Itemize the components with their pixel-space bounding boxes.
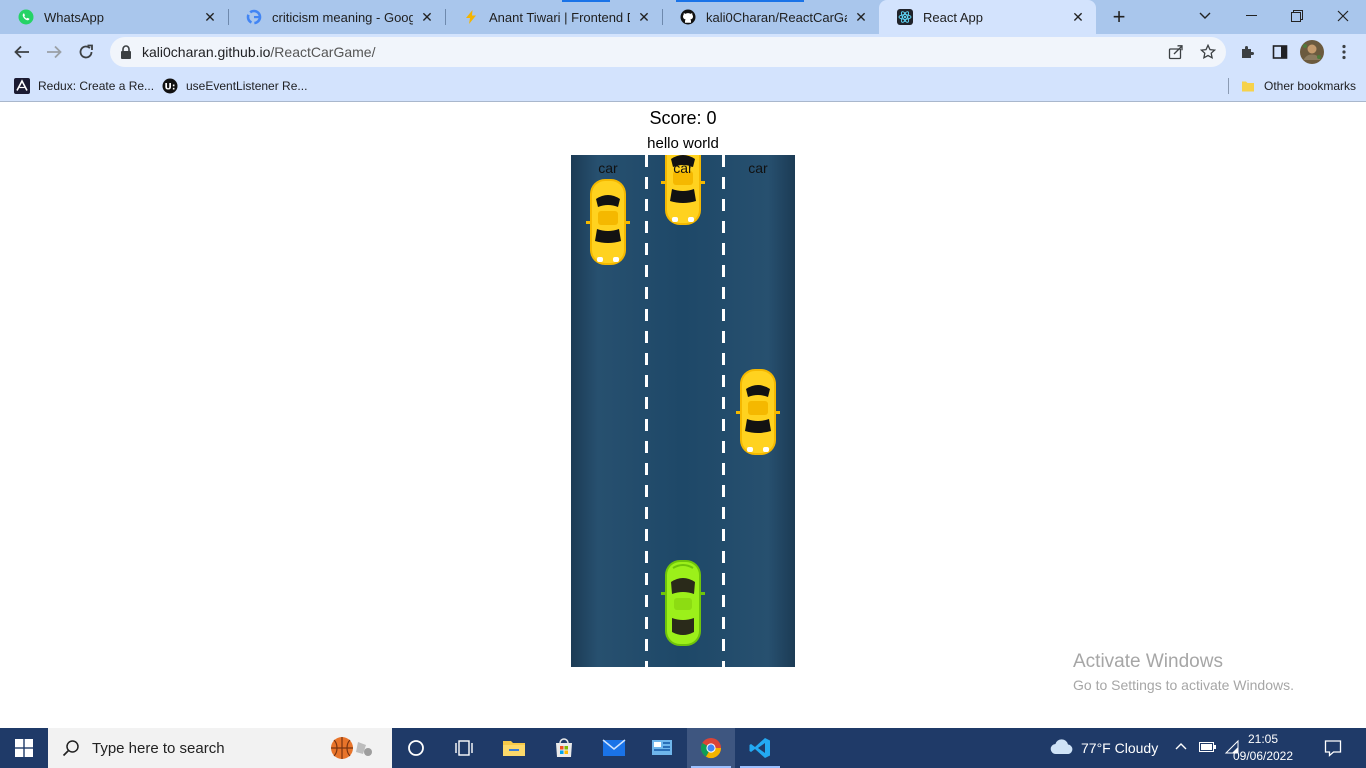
- search-icon: [62, 739, 80, 757]
- tab-title: kali0Charan/ReactCarGame:: [706, 9, 847, 25]
- tab-portfolio[interactable]: Anant Tiwari | Frontend Deve ✕: [445, 0, 662, 34]
- tab-strip: WhatsApp ✕ criticism meaning - Google S …: [0, 0, 1366, 34]
- clock-date: 09/06/2022: [1232, 749, 1294, 763]
- close-tab-icon[interactable]: ✕: [202, 9, 218, 25]
- whatsapp-icon: [18, 9, 34, 25]
- cloud-weather-icon[interactable]: [1050, 739, 1074, 755]
- enemy-car-label: car: [598, 160, 618, 176]
- other-bookmarks-label: Other bookmarks: [1264, 79, 1357, 93]
- folder-icon: [1240, 78, 1256, 94]
- close-tab-icon[interactable]: ✕: [853, 9, 869, 25]
- address-bar[interactable]: kali0charan.github.io/ReactCarGame/: [110, 37, 1226, 67]
- bookmark-label: useEventListener Re...: [186, 79, 308, 93]
- freecodecamp-icon: [14, 78, 30, 94]
- search-placeholder: Type here to search: [92, 739, 225, 757]
- chrome-icon[interactable]: [687, 728, 735, 768]
- restore-button[interactable]: [1274, 0, 1320, 32]
- windows-taskbar: Type here to search 77°F Cloudy 21:05 09…: [0, 728, 1366, 768]
- cortana-icon[interactable]: [392, 728, 440, 768]
- other-bookmarks-folder[interactable]: Other bookmarks: [1240, 76, 1356, 96]
- score-text: Score: 0: [649, 108, 717, 128]
- lane-divider: [645, 155, 648, 667]
- minimize-button[interactable]: [1228, 0, 1274, 32]
- system-clock[interactable]: 21:05 09/06/2022: [1232, 731, 1294, 765]
- bookmark-use-event-listener[interactable]: U: useEventListener Re...: [162, 76, 307, 96]
- lane-divider: [722, 155, 725, 667]
- microsoft-store-icon[interactable]: [540, 728, 588, 768]
- share-icon[interactable]: [1167, 43, 1185, 61]
- clock-time: 21:05: [1247, 732, 1279, 746]
- bookmarks-separator: [1228, 78, 1229, 94]
- task-view-icon[interactable]: [440, 728, 488, 768]
- windows-start-icon[interactable]: [0, 728, 48, 768]
- control-panel-icon[interactable]: [638, 728, 686, 768]
- tab-title: React App: [923, 9, 983, 25]
- tab-search-chevron-down-icon[interactable]: [1182, 0, 1228, 32]
- vscode-icon[interactable]: [736, 728, 784, 768]
- usehooks-icon: U:: [162, 78, 178, 94]
- bookmarks-bar: Redux: Create a Re... U: useEventListene…: [0, 70, 1366, 102]
- tab-react-app[interactable]: React App ✕: [879, 0, 1096, 34]
- tab-whatsapp[interactable]: WhatsApp ✕: [0, 0, 228, 34]
- weather-text[interactable]: 77°F Cloudy: [1081, 740, 1158, 756]
- url-text: kali0charan.github.io/ReactCarGame/: [142, 44, 375, 60]
- close-tab-icon[interactable]: ✕: [636, 9, 652, 25]
- notification-icon[interactable]: [1324, 739, 1342, 757]
- activate-windows-watermark: Activate Windows Go to Settings to activ…: [1073, 651, 1294, 693]
- bookmark-redux[interactable]: Redux: Create a Re...: [14, 76, 154, 96]
- new-tab-button[interactable]: +: [1105, 3, 1133, 31]
- browser-toolbar: kali0charan.github.io/ReactCarGame/: [0, 34, 1366, 70]
- tab-google-search[interactable]: criticism meaning - Google S ✕: [228, 0, 445, 34]
- extensions-puzzle-icon[interactable]: [1234, 38, 1262, 66]
- tab-title: Anant Tiwari | Frontend Deve: [489, 9, 630, 25]
- battery-icon[interactable]: [1199, 741, 1217, 753]
- enemy-car: [586, 179, 630, 265]
- react-icon: [897, 9, 913, 25]
- close-window-button[interactable]: [1320, 0, 1366, 32]
- mail-icon[interactable]: [590, 728, 638, 768]
- github-icon: [680, 9, 696, 25]
- tab-github[interactable]: kali0Charan/ReactCarGame: ✕: [662, 0, 879, 34]
- kebab-menu-icon[interactable]: [1330, 38, 1358, 66]
- tab-title: criticism meaning - Google S: [272, 9, 413, 25]
- side-panel-icon[interactable]: [1266, 38, 1294, 66]
- tab-title: WhatsApp: [44, 9, 104, 25]
- page-content: Score: 0 hello world car car car Activat…: [0, 103, 1366, 728]
- enemy-car-label: car: [673, 160, 693, 176]
- bookmark-label: Redux: Create a Re...: [38, 79, 155, 93]
- enemy-car: [736, 369, 780, 455]
- lock-icon[interactable]: [120, 45, 132, 64]
- close-tab-icon[interactable]: ✕: [419, 9, 435, 25]
- taskbar-search-box[interactable]: Type here to search: [48, 728, 392, 768]
- profile-avatar[interactable]: [1298, 38, 1326, 66]
- enemy-car-label: car: [748, 160, 768, 176]
- watermark-title: Activate Windows: [1073, 651, 1223, 672]
- player-car[interactable]: [661, 558, 705, 648]
- back-arrow-icon[interactable]: [8, 38, 36, 66]
- search-highlight-basketball-icon[interactable]: [328, 734, 376, 762]
- hello-message: hello world: [647, 135, 719, 152]
- url-path: /ReactCarGame/: [270, 44, 376, 60]
- chevron-up-icon[interactable]: [1175, 742, 1187, 750]
- url-host: kali0charan.github.io: [142, 44, 271, 60]
- watermark-subtitle: Go to Settings to activate Windows.: [1073, 677, 1294, 693]
- bolt-icon: [463, 9, 479, 25]
- file-explorer-icon[interactable]: [490, 728, 538, 768]
- game-road[interactable]: car car car: [571, 155, 795, 667]
- forward-arrow-icon[interactable]: [40, 38, 68, 66]
- bookmark-star-icon[interactable]: [1199, 43, 1217, 61]
- svg-text:U:: U:: [165, 83, 176, 93]
- reload-icon[interactable]: [72, 38, 100, 66]
- google-icon: [246, 9, 262, 25]
- close-tab-icon[interactable]: ✕: [1070, 9, 1086, 25]
